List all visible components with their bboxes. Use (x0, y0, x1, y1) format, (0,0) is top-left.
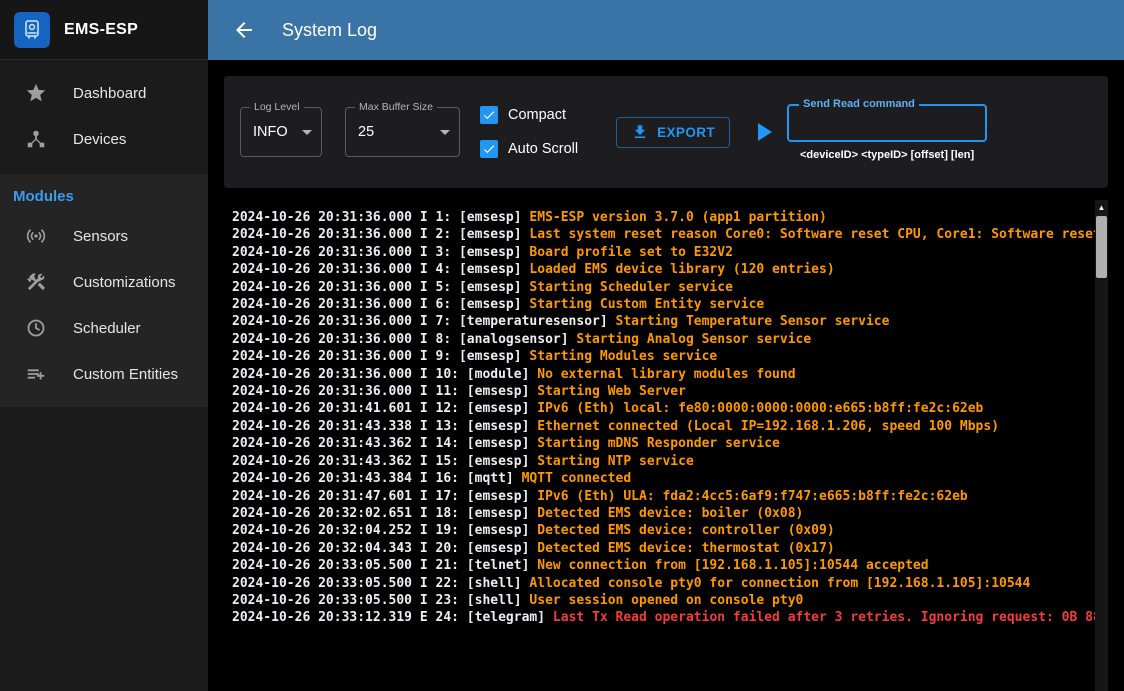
log-level-value: INFO (253, 124, 302, 140)
log-line: 2024-10-26 20:32:04.343 I 20: [emsesp] D… (232, 540, 1088, 557)
sidebar-item-devices[interactable]: Devices (0, 116, 208, 162)
sidebar: EMS-ESP Dashboard Devices Modules Sensors… (0, 0, 208, 691)
log-line: 2024-10-26 20:31:36.000 I 1: [emsesp] EM… (232, 209, 1088, 226)
playlist-add-icon (25, 363, 47, 385)
send-read-input[interactable] (789, 115, 985, 131)
sidebar-item-label: Scheduler (73, 320, 141, 337)
modules-section-header: Modules (0, 174, 208, 213)
sidebar-header: EMS-ESP (0, 0, 208, 60)
sidebar-item-label: Customizations (73, 274, 176, 291)
page-title: System Log (282, 20, 377, 41)
log-level-label: Log Level (250, 101, 304, 113)
log-line: 2024-10-26 20:33:05.500 I 23: [shell] Us… (232, 592, 1088, 609)
scrollbar-thumb[interactable] (1096, 216, 1107, 278)
app-title: EMS-ESP (64, 21, 138, 39)
log-line: 2024-10-26 20:31:36.000 I 8: [analogsens… (232, 331, 1088, 348)
app-root: EMS-ESP Dashboard Devices Modules Sensors… (0, 0, 1124, 691)
sensors-icon (25, 225, 47, 247)
log-line: 2024-10-26 20:31:36.000 I 2: [emsesp] La… (232, 226, 1088, 243)
sidebar-item-label: Devices (73, 131, 126, 148)
sidebar-item-scheduler[interactable]: Scheduler (0, 305, 208, 351)
log-lines: 2024-10-26 20:31:36.000 I 1: [emsesp] EM… (224, 200, 1108, 691)
checkbox-group: Compact Auto Scroll (480, 106, 578, 158)
log-line: 2024-10-26 20:31:36.000 I 6: [emsesp] St… (232, 296, 1088, 313)
send-read-helper-text: <deviceID> <typeID> [offset] [len] (787, 149, 987, 161)
main-column: System Log Log Level INFO Max Buffer Siz… (208, 0, 1124, 691)
log-line: 2024-10-26 20:31:47.601 I 17: [emsesp] I… (232, 488, 1088, 505)
send-play-button[interactable] (758, 123, 772, 141)
chevron-down-icon (302, 130, 312, 135)
send-read-group: Send Read command <deviceID> <typeID> [o… (787, 104, 987, 161)
star-icon (25, 82, 47, 104)
log-line: 2024-10-26 20:31:41.601 I 12: [emsesp] I… (232, 400, 1088, 417)
sidebar-modules-section: Modules Sensors Customizations Scheduler Cu… (0, 174, 208, 407)
sidebar-modules-nav: Sensors Customizations Scheduler Custom Ent… (0, 213, 208, 397)
log-line: 2024-10-26 20:31:43.338 I 13: [emsesp] E… (232, 418, 1088, 435)
send-read-field-label: Send Read command (799, 98, 919, 110)
sidebar-item-label: Custom Entities (73, 366, 178, 383)
sidebar-item-dashboard[interactable]: Dashboard (0, 70, 208, 116)
checkbox-checked-icon (480, 140, 498, 158)
log-line: 2024-10-26 20:31:36.000 I 11: [emsesp] S… (232, 383, 1088, 400)
log-level-select[interactable]: Log Level INFO (240, 107, 322, 157)
content: Log Level INFO Max Buffer Size 25 Compac… (208, 60, 1124, 691)
max-buffer-size-label: Max Buffer Size (355, 101, 437, 113)
log-line: 2024-10-26 20:31:43.384 I 16: [mqtt] MQT… (232, 470, 1088, 487)
construction-icon (25, 271, 47, 293)
max-buffer-size-select[interactable]: Max Buffer Size 25 (345, 107, 460, 157)
max-buffer-size-value: 25 (358, 124, 440, 140)
export-button-label: EXPORT (657, 125, 715, 140)
sidebar-item-customizations[interactable]: Customizations (0, 259, 208, 305)
ems-esp-logo-icon (14, 12, 50, 48)
sidebar-item-label: Sensors (73, 228, 128, 245)
log-toolbar: Log Level INFO Max Buffer Size 25 Compac… (224, 76, 1108, 188)
log-line: 2024-10-26 20:31:36.000 I 7: [temperatur… (232, 313, 1088, 330)
log-scrollbar[interactable]: ▲ (1095, 200, 1108, 691)
log-line: 2024-10-26 20:31:36.000 I 4: [emsesp] Lo… (232, 261, 1088, 278)
checkbox-checked-icon (480, 106, 498, 124)
back-arrow-icon[interactable] (232, 18, 256, 42)
send-read-field: Send Read command (787, 104, 987, 142)
log-line: 2024-10-26 20:31:36.000 I 9: [emsesp] St… (232, 348, 1088, 365)
compact-checkbox[interactable]: Compact (480, 106, 578, 124)
compact-checkbox-label: Compact (508, 107, 566, 123)
auto-scroll-checkbox[interactable]: Auto Scroll (480, 140, 578, 158)
log-line: 2024-10-26 20:32:04.252 I 19: [emsesp] D… (232, 522, 1088, 539)
sidebar-item-custom-entities[interactable]: Custom Entities (0, 351, 208, 397)
system-log-area: 2024-10-26 20:31:36.000 I 1: [emsesp] EM… (224, 200, 1108, 691)
log-line: 2024-10-26 20:31:36.000 I 5: [emsesp] St… (232, 279, 1088, 296)
log-line: 2024-10-26 20:31:36.000 I 10: [module] N… (232, 366, 1088, 383)
sidebar-primary-nav: Dashboard Devices (0, 60, 208, 162)
auto-scroll-checkbox-label: Auto Scroll (508, 141, 578, 157)
download-icon (631, 123, 649, 141)
appbar: System Log (208, 0, 1124, 60)
log-line: 2024-10-26 20:33:12.319 E 24: [telegram]… (232, 609, 1088, 626)
log-line: 2024-10-26 20:31:43.362 I 14: [emsesp] S… (232, 435, 1088, 452)
sidebar-item-sensors[interactable]: Sensors (0, 213, 208, 259)
log-line: 2024-10-26 20:33:05.500 I 22: [shell] Al… (232, 575, 1088, 592)
scroll-up-arrow-icon[interactable]: ▲ (1095, 200, 1108, 215)
log-line: 2024-10-26 20:33:05.500 I 21: [telnet] N… (232, 557, 1088, 574)
sidebar-item-label: Dashboard (73, 85, 146, 102)
device-hub-icon (25, 128, 47, 150)
clock-icon (25, 317, 47, 339)
log-line: 2024-10-26 20:31:36.000 I 3: [emsesp] Bo… (232, 244, 1088, 261)
export-button[interactable]: EXPORT (616, 117, 730, 148)
log-line: 2024-10-26 20:31:43.362 I 15: [emsesp] S… (232, 453, 1088, 470)
log-line: 2024-10-26 20:32:02.651 I 18: [emsesp] D… (232, 505, 1088, 522)
chevron-down-icon (440, 130, 450, 135)
